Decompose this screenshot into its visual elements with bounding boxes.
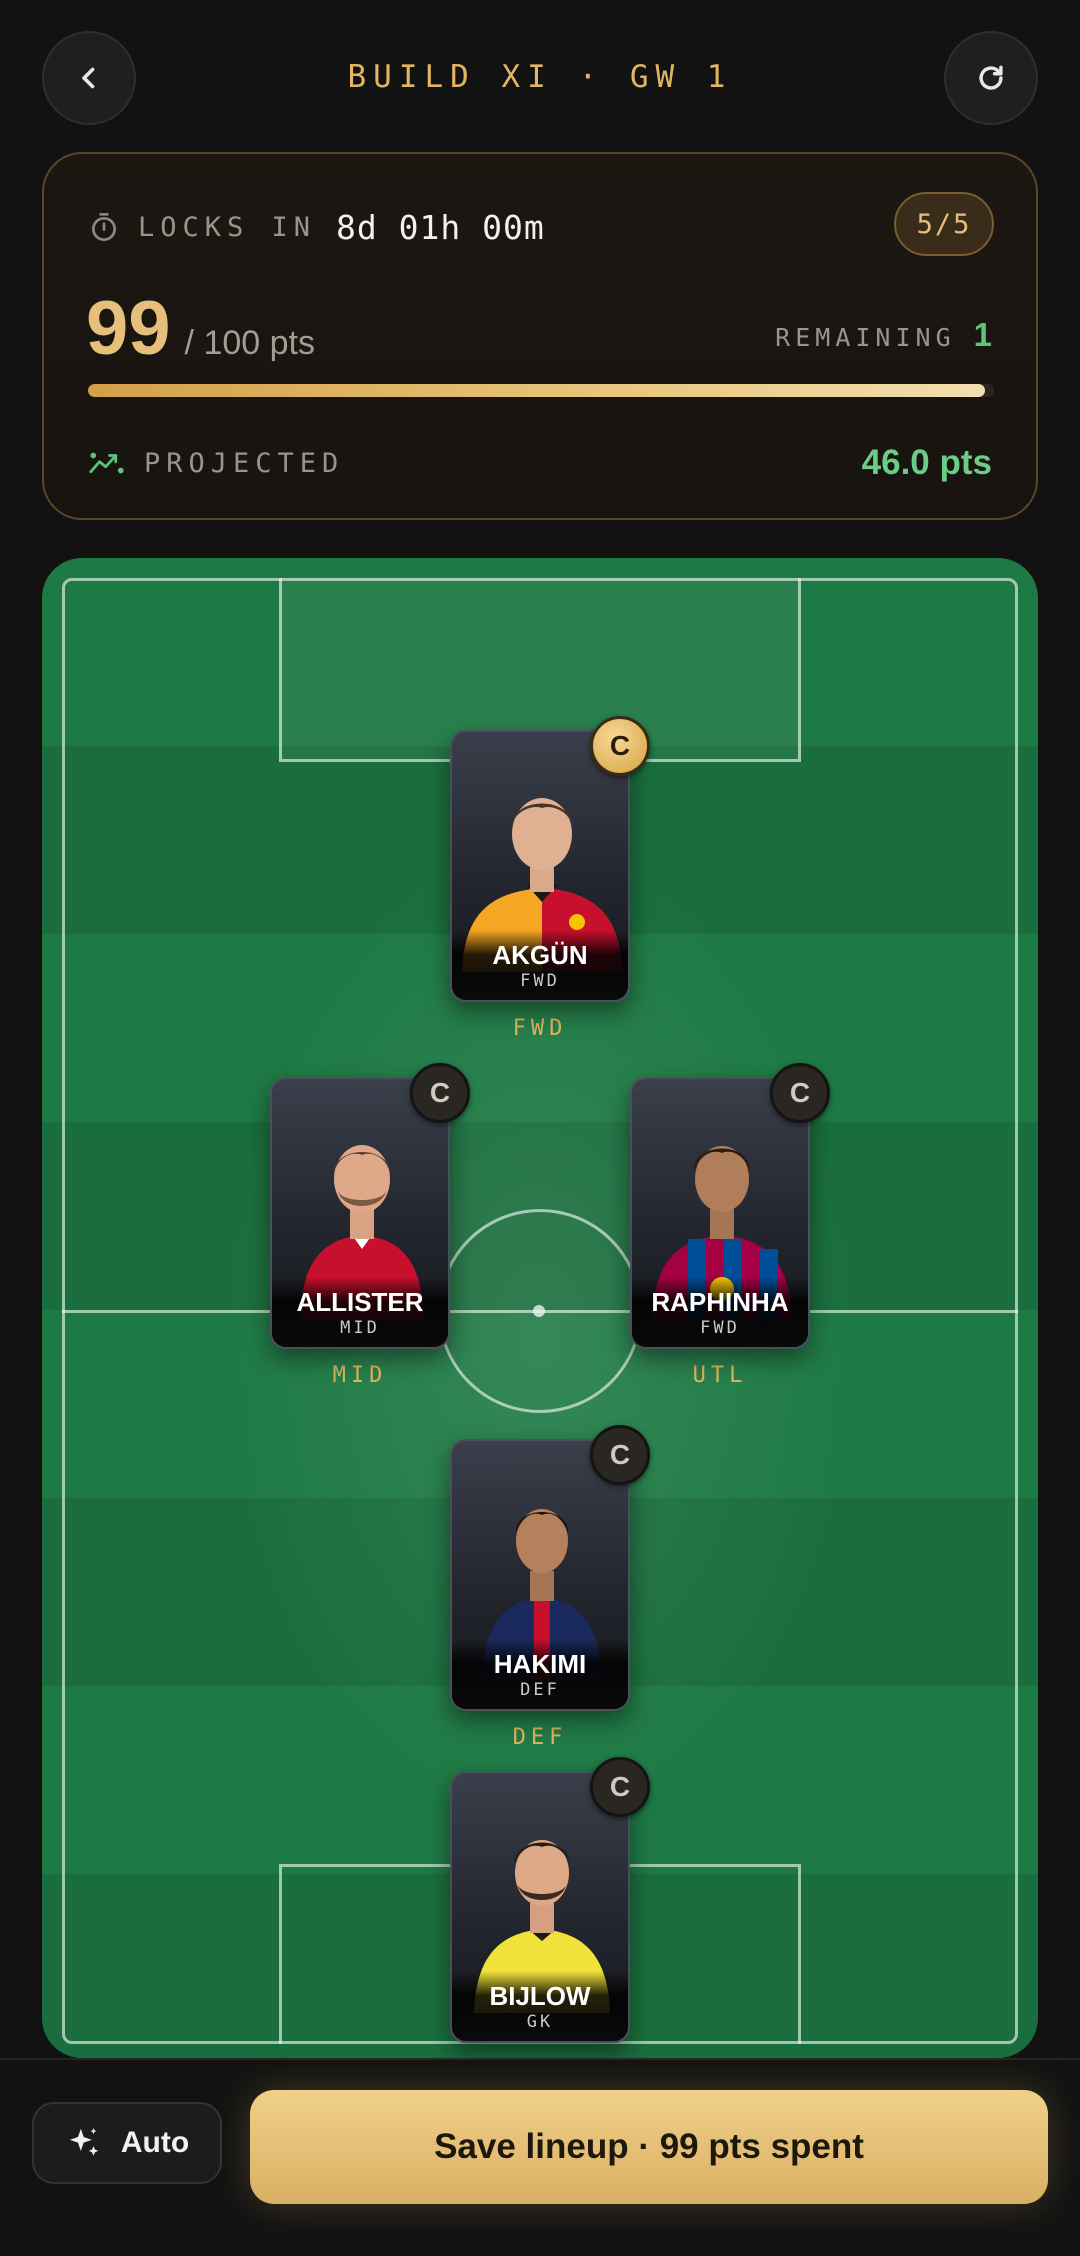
player-name: RAPHINHA	[651, 1287, 789, 1317]
bottom-action-bar: Auto Save lineup · 99 pts spent	[0, 2058, 1080, 2256]
budget-progress-bar	[88, 384, 994, 397]
save-label: Save lineup · 99 pts spent	[434, 2127, 864, 2166]
refresh-button[interactable]	[944, 31, 1038, 125]
player-slot-fwd[interactable]: AKGÜN FWD C FWD	[450, 716, 650, 1041]
budget-progress-fill	[88, 384, 985, 397]
spent-total: / 100 pts	[184, 324, 315, 362]
back-button[interactable]	[42, 31, 136, 125]
projected-label: PROJECTED	[144, 447, 345, 479]
budget-card: LOCKS IN 8d 01h 00m 5/5 99 / 100 pts REM…	[42, 152, 1038, 520]
stopwatch-icon	[92, 213, 116, 241]
player-slot-def[interactable]: HAKIMI DEF C DEF	[450, 1425, 650, 1750]
lock-label: LOCKS IN	[138, 211, 317, 243]
chevron-left-icon	[82, 67, 95, 89]
player-position: GK	[526, 2012, 554, 2032]
remaining-label: REMAINING	[775, 323, 956, 352]
lock-countdown: 8d 01h 00m	[336, 207, 545, 247]
player-position: DEF	[520, 1680, 560, 1700]
auto-pick-button[interactable]: Auto	[32, 2102, 222, 2184]
pitch: AKGÜN FWD C FWD ALLISTER MID C MID RAPHI…	[42, 558, 1038, 2058]
player-position: MID	[340, 1318, 380, 1338]
captain-badge[interactable]: C	[770, 1063, 830, 1123]
trend-chart-icon	[89, 452, 124, 474]
page-title: BUILD XI · GW 1	[347, 59, 733, 95]
slot-label: MID	[332, 1363, 388, 1388]
projected-row: PROJECTED	[88, 438, 344, 488]
slots-badge: 5/5	[894, 192, 994, 256]
player-name: HAKIMI	[493, 1649, 587, 1679]
remaining: REMAINING 1	[775, 316, 992, 354]
sparkles-icon	[69, 2127, 99, 2156]
player-name: BIJLOW	[489, 1981, 591, 2011]
remaining-value: 1	[973, 316, 992, 353]
auto-label: Auto	[120, 2126, 190, 2159]
slot-label: FWD	[512, 1016, 568, 1041]
player-slot-utl[interactable]: RAPHINHA FWD C UTL	[630, 1063, 830, 1388]
points-spent: 99 / 100 pts	[86, 284, 315, 374]
captain-badge[interactable]: C	[590, 716, 650, 776]
player-name: ALLISTER	[296, 1287, 424, 1317]
player-slot-mid[interactable]: ALLISTER MID C MID	[270, 1063, 470, 1388]
projected-value: 46.0 pts	[861, 443, 992, 482]
player-position: FWD	[520, 971, 560, 991]
captain-badge[interactable]: C	[590, 1757, 650, 1817]
player-position: FWD	[700, 1318, 740, 1338]
lock-row: LOCKS IN 8d 01h 00m	[88, 202, 545, 252]
center-spot	[533, 1305, 545, 1317]
slot-label: DEF	[512, 1725, 568, 1750]
captain-badge[interactable]: C	[590, 1425, 650, 1485]
save-lineup-button[interactable]: Save lineup · 99 pts spent	[250, 2090, 1048, 2204]
player-slot-gk[interactable]: BIJLOW GK C	[450, 1757, 650, 2043]
refresh-icon	[979, 65, 1003, 90]
captain-badge[interactable]: C	[410, 1063, 470, 1123]
player-name: AKGÜN	[492, 940, 588, 970]
spent-value: 99	[86, 286, 171, 371]
slot-label: UTL	[692, 1363, 748, 1388]
